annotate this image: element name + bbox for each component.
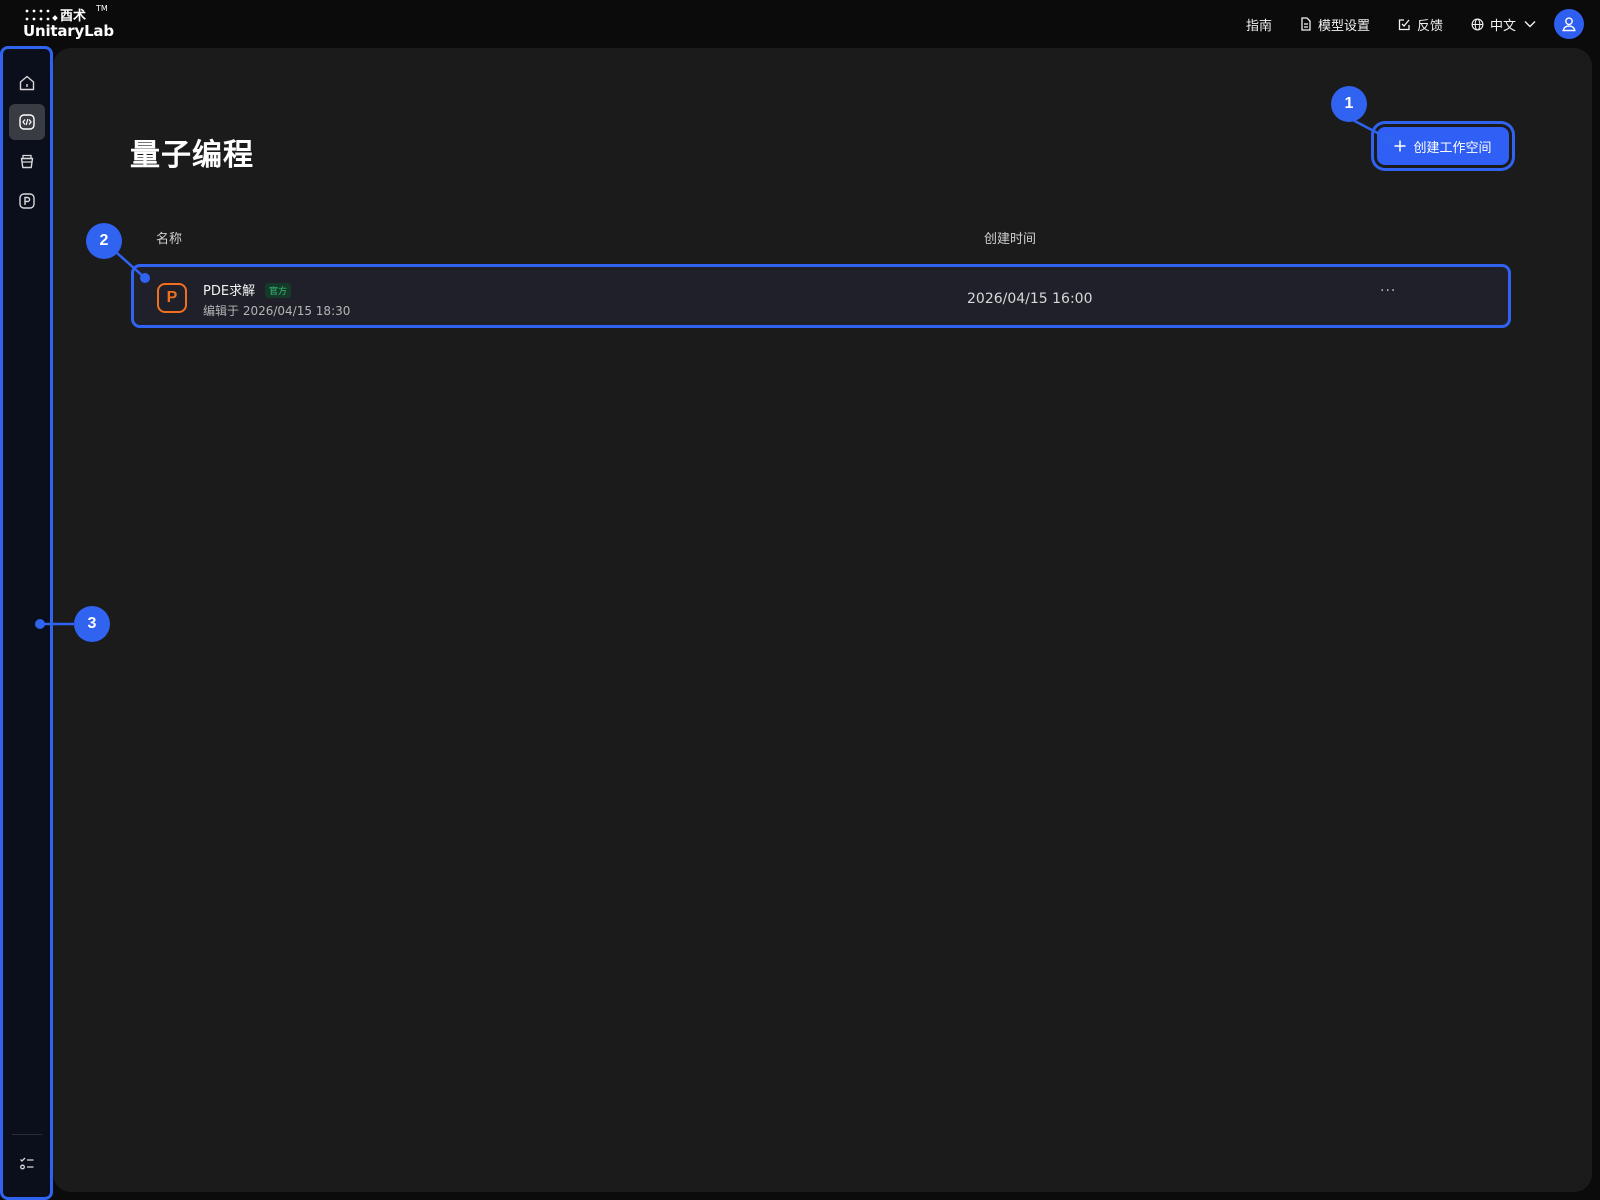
model-settings-label: 模型设置	[1317, 18, 1370, 34]
more-options-button[interactable]: ···	[1380, 283, 1396, 299]
feedback-label: 反馈	[1416, 18, 1443, 34]
main-panel: 量子编程 创建工作空间 名称 创建时间 P PDE求解 官方 编辑于 2026/…	[53, 48, 1592, 1192]
callout-2-anchor-dot	[140, 273, 150, 283]
chevron-down-icon	[1524, 21, 1536, 28]
column-header-created-time: 创建时间	[984, 232, 1037, 247]
column-header-name: 名称	[156, 232, 183, 247]
workspace-name: PDE求解	[203, 284, 256, 299]
sidebar	[0, 46, 53, 1200]
user-icon	[1562, 17, 1576, 32]
sidebar-item-pde[interactable]	[9, 183, 45, 219]
sidebar-item-quantum-programming[interactable]	[9, 104, 45, 140]
feedback-link[interactable]: 反馈	[1398, 15, 1443, 34]
create-workspace-label: 创建工作空间	[1413, 140, 1492, 156]
p-square-icon	[19, 193, 35, 209]
logo[interactable]: 酉术 TM UnitaryLab	[22, 4, 142, 45]
callout-2: 2	[86, 223, 122, 259]
page-title: 量子编程	[130, 138, 254, 173]
avatar[interactable]	[1554, 9, 1584, 39]
bucket-icon	[20, 154, 34, 169]
guide-label: 指南	[1245, 18, 1272, 34]
language-select[interactable]: 中文	[1471, 15, 1536, 34]
workspace-row[interactable]: P PDE求解 官方 编辑于 2026/04/15 18:30 2026/04/…	[131, 264, 1511, 328]
home-icon	[19, 75, 35, 91]
sidebar-item-bucket[interactable]	[9, 144, 45, 180]
callout-1-number: 1	[1344, 95, 1354, 112]
plus-icon	[1394, 140, 1406, 152]
workspace-created-time: 2026/04/15 16:00	[967, 291, 1093, 307]
sidebar-item-home[interactable]	[9, 65, 45, 101]
callout-3-number: 3	[87, 615, 97, 632]
callout-2-number: 2	[99, 232, 109, 249]
guide-link[interactable]: 指南	[1246, 15, 1272, 34]
callout-1: 1	[1331, 86, 1367, 122]
pde-workspace-icon: P	[157, 283, 187, 313]
create-workspace-button[interactable]: 创建工作空间	[1377, 127, 1509, 165]
language-label: 中文	[1489, 18, 1516, 34]
sidebar-divider	[12, 1134, 42, 1135]
pde-icon-letter: P	[166, 289, 178, 306]
official-badge: 官方	[265, 283, 292, 298]
checklist-icon	[20, 1157, 34, 1170]
top-bar: 酉术 TM UnitaryLab 指南 模型设置 反馈 中文	[0, 0, 1600, 48]
workspace-edited-time: 编辑于 2026/04/15 18:30	[203, 304, 351, 318]
callout-1-anchor-dot	[1384, 134, 1394, 144]
code-icon	[19, 114, 35, 130]
callout-3-anchor-dot	[35, 619, 45, 629]
model-settings-link[interactable]: 模型设置	[1300, 15, 1370, 34]
logo-dots-icon	[25, 9, 58, 21]
document-icon	[1301, 17, 1311, 31]
checkbox-edit-icon	[1398, 18, 1410, 30]
globe-icon	[1471, 18, 1484, 30]
logo-name: UnitaryLab	[23, 22, 114, 40]
header-nav: 指南 模型设置 反馈 中文	[1218, 9, 1584, 39]
callout-3: 3	[74, 606, 110, 642]
sidebar-item-tasks[interactable]	[9, 1146, 45, 1182]
logo-trademark: TM	[96, 4, 108, 13]
